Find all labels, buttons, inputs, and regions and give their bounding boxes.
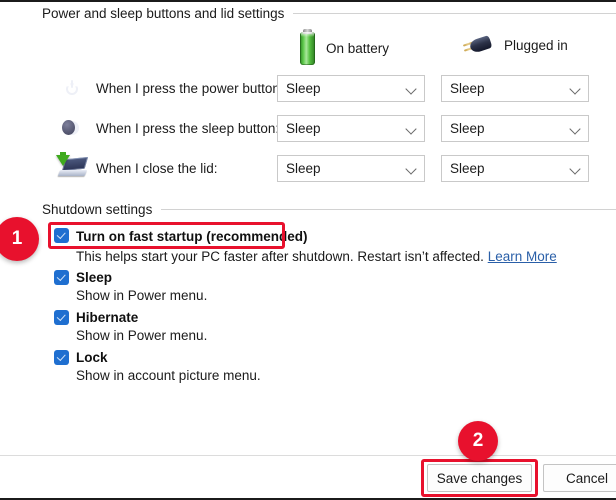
dropdown-close-lid-plugged-in-value: Sleep bbox=[450, 161, 485, 176]
dropdown-power-button-on-battery-value: Sleep bbox=[286, 81, 321, 96]
checkbox-fast-startup[interactable] bbox=[54, 228, 69, 243]
dropdown-power-button-plugged-in-value: Sleep bbox=[450, 81, 485, 96]
group-header-power-lid-label: Power and sleep buttons and lid settings bbox=[42, 6, 285, 21]
column-header-plugged-in: Plugged in bbox=[462, 33, 568, 57]
setting-row-label-power-button: When I press the power button: bbox=[96, 81, 284, 96]
annotation-badge-1: 1 bbox=[0, 217, 39, 261]
checkbox-hibernate[interactable] bbox=[54, 310, 69, 325]
chevron-down-icon bbox=[570, 83, 582, 95]
power-options-dialog: Power and sleep buttons and lid settings… bbox=[0, 0, 616, 500]
checkbox-description-lock: Show in account picture menu. bbox=[76, 368, 261, 383]
checkmark-icon bbox=[56, 311, 66, 321]
checkbox-lock[interactable] bbox=[54, 350, 69, 365]
column-header-plugged-in-label: Plugged in bbox=[504, 37, 568, 53]
checkbox-label-sleep[interactable]: Sleep bbox=[76, 270, 112, 285]
annotation-badge-2-label: 2 bbox=[472, 430, 484, 451]
annotation-badge-2: 2 bbox=[458, 421, 498, 461]
checkbox-sleep[interactable] bbox=[54, 270, 69, 285]
checkbox-description-hibernate: Show in Power menu. bbox=[76, 328, 208, 343]
save-changes-button[interactable]: Save changes bbox=[427, 464, 532, 492]
learn-more-link[interactable]: Learn More bbox=[488, 249, 557, 264]
chevron-down-icon bbox=[406, 163, 418, 175]
dropdown-close-lid-on-battery[interactable]: Sleep bbox=[277, 155, 425, 182]
save-changes-button-label: Save changes bbox=[436, 470, 523, 486]
setting-row-label-close-lid: When I close the lid: bbox=[96, 161, 218, 176]
checkbox-label-fast-startup[interactable]: Turn on fast startup (recommended) bbox=[76, 229, 308, 244]
dropdown-sleep-button-plugged-in-value: Sleep bbox=[450, 121, 485, 136]
column-header-on-battery: On battery bbox=[300, 29, 390, 65]
checkmark-icon bbox=[56, 271, 66, 281]
checkmark-icon bbox=[56, 351, 66, 361]
cancel-button[interactable]: Cancel bbox=[543, 464, 616, 492]
dropdown-power-button-on-battery[interactable]: Sleep bbox=[277, 75, 425, 102]
dropdown-close-lid-plugged-in[interactable]: Sleep bbox=[441, 155, 589, 182]
dropdown-sleep-button-on-battery-value: Sleep bbox=[286, 121, 321, 136]
group-header-shutdown-label: Shutdown settings bbox=[42, 202, 153, 217]
footer-divider bbox=[0, 455, 616, 456]
window-top-edge bbox=[0, 0, 616, 2]
chevron-down-icon bbox=[406, 83, 418, 95]
group-header-shutdown: Shutdown settings bbox=[42, 202, 616, 217]
dropdown-sleep-button-plugged-in[interactable]: Sleep bbox=[441, 115, 589, 142]
cancel-button-label: Cancel bbox=[565, 470, 609, 486]
checkbox-label-lock[interactable]: Lock bbox=[76, 350, 108, 365]
group-header-power-lid: Power and sleep buttons and lid settings bbox=[42, 6, 616, 21]
checkbox-label-hibernate[interactable]: Hibernate bbox=[76, 310, 138, 325]
checkbox-description-fast-startup-text: This helps start your PC faster after sh… bbox=[76, 249, 484, 264]
annotation-badge-1-label: 1 bbox=[11, 228, 23, 249]
checkmark-icon bbox=[56, 229, 66, 239]
chevron-down-icon bbox=[570, 163, 582, 175]
checkbox-description-sleep: Show in Power menu. bbox=[76, 288, 208, 303]
setting-row-label-sleep-button: When I press the sleep button: bbox=[96, 121, 280, 136]
dropdown-sleep-button-on-battery[interactable]: Sleep bbox=[277, 115, 425, 142]
checkbox-description-fast-startup: This helps start your PC faster after sh… bbox=[76, 249, 557, 264]
power-plug-icon bbox=[462, 33, 493, 57]
battery-icon bbox=[300, 29, 315, 65]
column-header-on-battery-label: On battery bbox=[326, 41, 390, 56]
group-header-rule bbox=[161, 209, 616, 210]
chevron-down-icon bbox=[570, 123, 582, 135]
dropdown-close-lid-on-battery-value: Sleep bbox=[286, 161, 321, 176]
chevron-down-icon bbox=[406, 123, 418, 135]
dropdown-power-button-plugged-in[interactable]: Sleep bbox=[441, 75, 589, 102]
group-header-rule bbox=[293, 13, 616, 14]
